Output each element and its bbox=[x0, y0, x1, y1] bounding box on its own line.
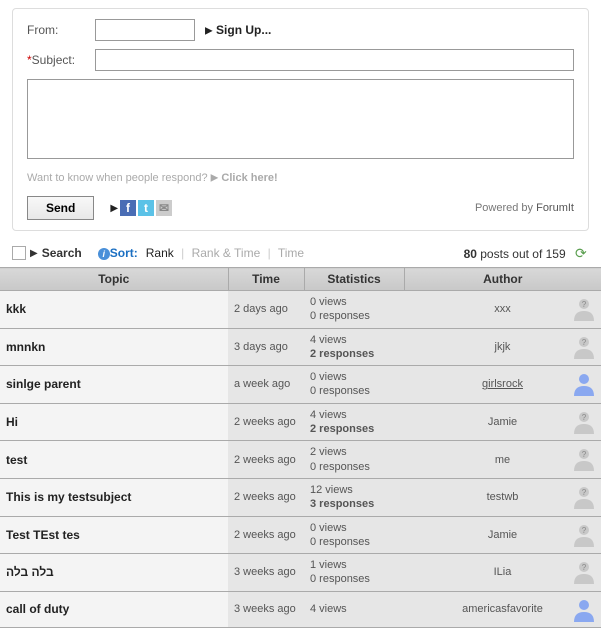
topic-cell[interactable]: sinlge parent bbox=[0, 366, 228, 404]
table-row[interactable]: test2 weeks ago2 views0 responsesme? bbox=[0, 441, 601, 479]
author-cell[interactable]: americasfavorite bbox=[404, 591, 601, 627]
toolbar: ▶ Search iSort: Rank | Rank & Time | Tim… bbox=[0, 239, 601, 267]
table-row[interactable]: kkk2 days ago0 views0 responsesxxx? bbox=[0, 291, 601, 329]
table-row[interactable]: Test TEst tes2 weeks ago0 views0 respons… bbox=[0, 516, 601, 554]
topics-table: Topic Time Statistics Author kkk2 days a… bbox=[0, 267, 601, 628]
sort-time[interactable]: Time bbox=[278, 246, 304, 260]
author-cell[interactable]: Jamie? bbox=[404, 403, 601, 441]
svg-text:?: ? bbox=[582, 300, 587, 309]
post-count: 80 posts out of 159 ⟳ bbox=[464, 245, 589, 261]
avatar-icon: ? bbox=[571, 408, 597, 434]
arrow-right-icon: ▶ bbox=[211, 173, 219, 184]
author-cell[interactable]: me? bbox=[404, 441, 601, 479]
message-textarea[interactable] bbox=[27, 79, 574, 159]
notify-link[interactable]: Want to know when people respond? ▶ Clic… bbox=[27, 172, 574, 184]
avatar-icon bbox=[571, 370, 597, 396]
author-cell[interactable]: jkjk? bbox=[404, 328, 601, 366]
topic-cell[interactable]: בלה בלה bbox=[0, 554, 228, 592]
forumit-link[interactable]: ForumIt bbox=[536, 202, 574, 214]
search-button[interactable]: Search bbox=[42, 246, 82, 260]
sort-toggle[interactable]: iSort: bbox=[98, 246, 138, 260]
author-cell[interactable]: testwb? bbox=[404, 478, 601, 516]
topic-cell[interactable]: This is my testsubject bbox=[0, 478, 228, 516]
avatar-icon: ? bbox=[571, 558, 597, 584]
time-cell: 2 weeks ago bbox=[228, 478, 304, 516]
topic-cell[interactable]: call of duty bbox=[0, 591, 228, 627]
stats-cell: 0 views0 responses bbox=[304, 366, 404, 404]
time-cell: 3 weeks ago bbox=[228, 554, 304, 592]
topic-cell[interactable]: Hi bbox=[0, 403, 228, 441]
header-topic[interactable]: Topic bbox=[0, 268, 228, 291]
avatar-icon: ? bbox=[571, 483, 597, 509]
topic-cell[interactable]: kkk bbox=[0, 291, 228, 329]
search-icon[interactable] bbox=[12, 246, 26, 260]
powered-by: Powered by ForumIt bbox=[475, 202, 574, 214]
avatar-icon: ? bbox=[571, 445, 597, 471]
from-label: From: bbox=[27, 23, 95, 37]
sort-ranktime[interactable]: Rank & Time bbox=[192, 246, 261, 260]
arrow-right-icon: ▶ bbox=[30, 248, 38, 259]
arrow-right-icon: ▶ bbox=[205, 25, 213, 36]
header-author[interactable]: Author bbox=[404, 268, 601, 291]
table-row[interactable]: call of duty3 weeks ago4 viewsamericasfa… bbox=[0, 591, 601, 627]
subject-label: *Subject: bbox=[27, 53, 95, 67]
topic-cell[interactable]: Test TEst tes bbox=[0, 516, 228, 554]
author-cell[interactable]: xxx? bbox=[404, 291, 601, 329]
avatar-icon: ? bbox=[571, 333, 597, 359]
twitter-icon[interactable]: t bbox=[138, 200, 154, 216]
arrow-right-icon: ▶ bbox=[110, 203, 118, 214]
svg-text:?: ? bbox=[582, 338, 587, 347]
topic-cell[interactable]: mnnkn bbox=[0, 328, 228, 366]
svg-text:?: ? bbox=[582, 488, 587, 497]
stats-cell: 12 views3 responses bbox=[304, 478, 404, 516]
stats-cell: 4 views2 responses bbox=[304, 403, 404, 441]
svg-text:?: ? bbox=[582, 450, 587, 459]
facebook-icon[interactable]: f bbox=[120, 200, 136, 216]
subject-input[interactable] bbox=[95, 49, 574, 71]
time-cell: 2 weeks ago bbox=[228, 441, 304, 479]
avatar-icon: ? bbox=[571, 295, 597, 321]
author-cell[interactable]: ILia? bbox=[404, 554, 601, 592]
table-row[interactable]: This is my testsubject2 weeks ago12 view… bbox=[0, 478, 601, 516]
sort-rank[interactable]: Rank bbox=[146, 246, 174, 260]
topic-cell[interactable]: test bbox=[0, 441, 228, 479]
svg-text:?: ? bbox=[582, 413, 587, 422]
stats-cell: 4 views2 responses bbox=[304, 328, 404, 366]
send-button[interactable]: Send bbox=[27, 196, 94, 220]
mail-icon[interactable]: ✉ bbox=[156, 200, 172, 216]
time-cell: 2 weeks ago bbox=[228, 403, 304, 441]
time-cell: 2 weeks ago bbox=[228, 516, 304, 554]
info-icon: i bbox=[98, 248, 110, 260]
table-row[interactable]: Hi2 weeks ago4 views2 responsesJamie? bbox=[0, 403, 601, 441]
from-input[interactable] bbox=[95, 19, 195, 41]
time-cell: 2 days ago bbox=[228, 291, 304, 329]
table-row[interactable]: mnnkn3 days ago4 views2 responsesjkjk? bbox=[0, 328, 601, 366]
avatar-icon: ? bbox=[571, 521, 597, 547]
time-cell: 3 days ago bbox=[228, 328, 304, 366]
svg-text:?: ? bbox=[582, 563, 587, 572]
compose-form: From: ▶ Sign Up... *Subject: Want to kno… bbox=[12, 8, 589, 231]
stats-cell: 1 views0 responses bbox=[304, 554, 404, 592]
avatar-icon bbox=[571, 596, 597, 622]
header-time[interactable]: Time bbox=[228, 268, 304, 291]
svg-text:?: ? bbox=[582, 526, 587, 535]
stats-cell: 4 views bbox=[304, 591, 404, 627]
header-stats[interactable]: Statistics bbox=[304, 268, 404, 291]
stats-cell: 0 views0 responses bbox=[304, 291, 404, 329]
author-cell[interactable]: Jamie? bbox=[404, 516, 601, 554]
stats-cell: 2 views0 responses bbox=[304, 441, 404, 479]
stats-cell: 0 views0 responses bbox=[304, 516, 404, 554]
author-cell[interactable]: girlsrock bbox=[404, 366, 601, 404]
time-cell: 3 weeks ago bbox=[228, 591, 304, 627]
signup-link[interactable]: ▶ Sign Up... bbox=[205, 23, 271, 37]
table-row[interactable]: sinlge parenta week ago0 views0 response… bbox=[0, 366, 601, 404]
refresh-icon[interactable]: ⟳ bbox=[575, 245, 589, 259]
table-row[interactable]: בלה בלה3 weeks ago1 views0 responsesILia… bbox=[0, 554, 601, 592]
time-cell: a week ago bbox=[228, 366, 304, 404]
